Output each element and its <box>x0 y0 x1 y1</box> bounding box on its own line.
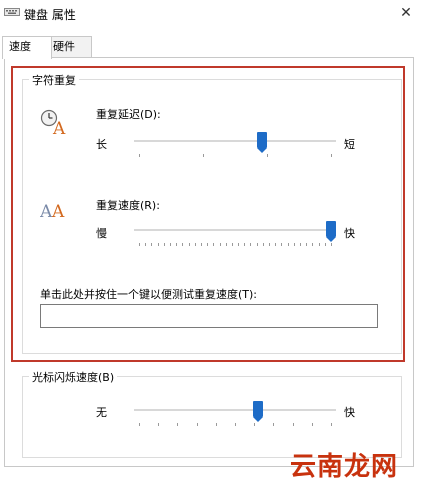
close-icon: ✕ <box>400 5 412 21</box>
window-title: 键盘 属性 <box>24 8 76 22</box>
slider-tick <box>235 423 236 426</box>
slider-tick <box>177 423 178 426</box>
slider-tick <box>139 423 140 426</box>
slider-tick <box>273 423 274 426</box>
slider-tick <box>197 423 198 426</box>
slider-tick <box>331 423 332 426</box>
close-button[interactable]: ✕ <box>393 2 419 24</box>
cursor-blink-left-label: 无 <box>96 406 107 419</box>
cursor-blink-slider[interactable] <box>134 401 336 431</box>
tab-hardware[interactable]: 硬件 <box>46 36 92 57</box>
keyboard-icon <box>4 8 20 16</box>
group-legend: 光标闪烁速度(B) <box>29 369 118 385</box>
slider-thumb[interactable] <box>253 401 263 422</box>
slider-track <box>134 409 336 411</box>
slider-tick <box>312 423 313 426</box>
tab-speed[interactable]: 速度 <box>2 36 52 59</box>
slider-tick <box>158 423 159 426</box>
title-bar: 键盘 属性 ✕ <box>0 0 423 28</box>
slider-tick <box>254 423 255 426</box>
keyboard-properties-window: 键盘 属性 ✕ 速度 硬件 字符重复 A 重复延迟(D): 长 短 A A 重复… <box>0 0 423 491</box>
cursor-blink-right-label: 快 <box>344 406 355 419</box>
highlight-frame <box>11 66 405 362</box>
watermark-logo: 云南龙网 <box>290 452 399 482</box>
slider-tick <box>216 423 217 426</box>
slider-tick <box>293 423 294 426</box>
